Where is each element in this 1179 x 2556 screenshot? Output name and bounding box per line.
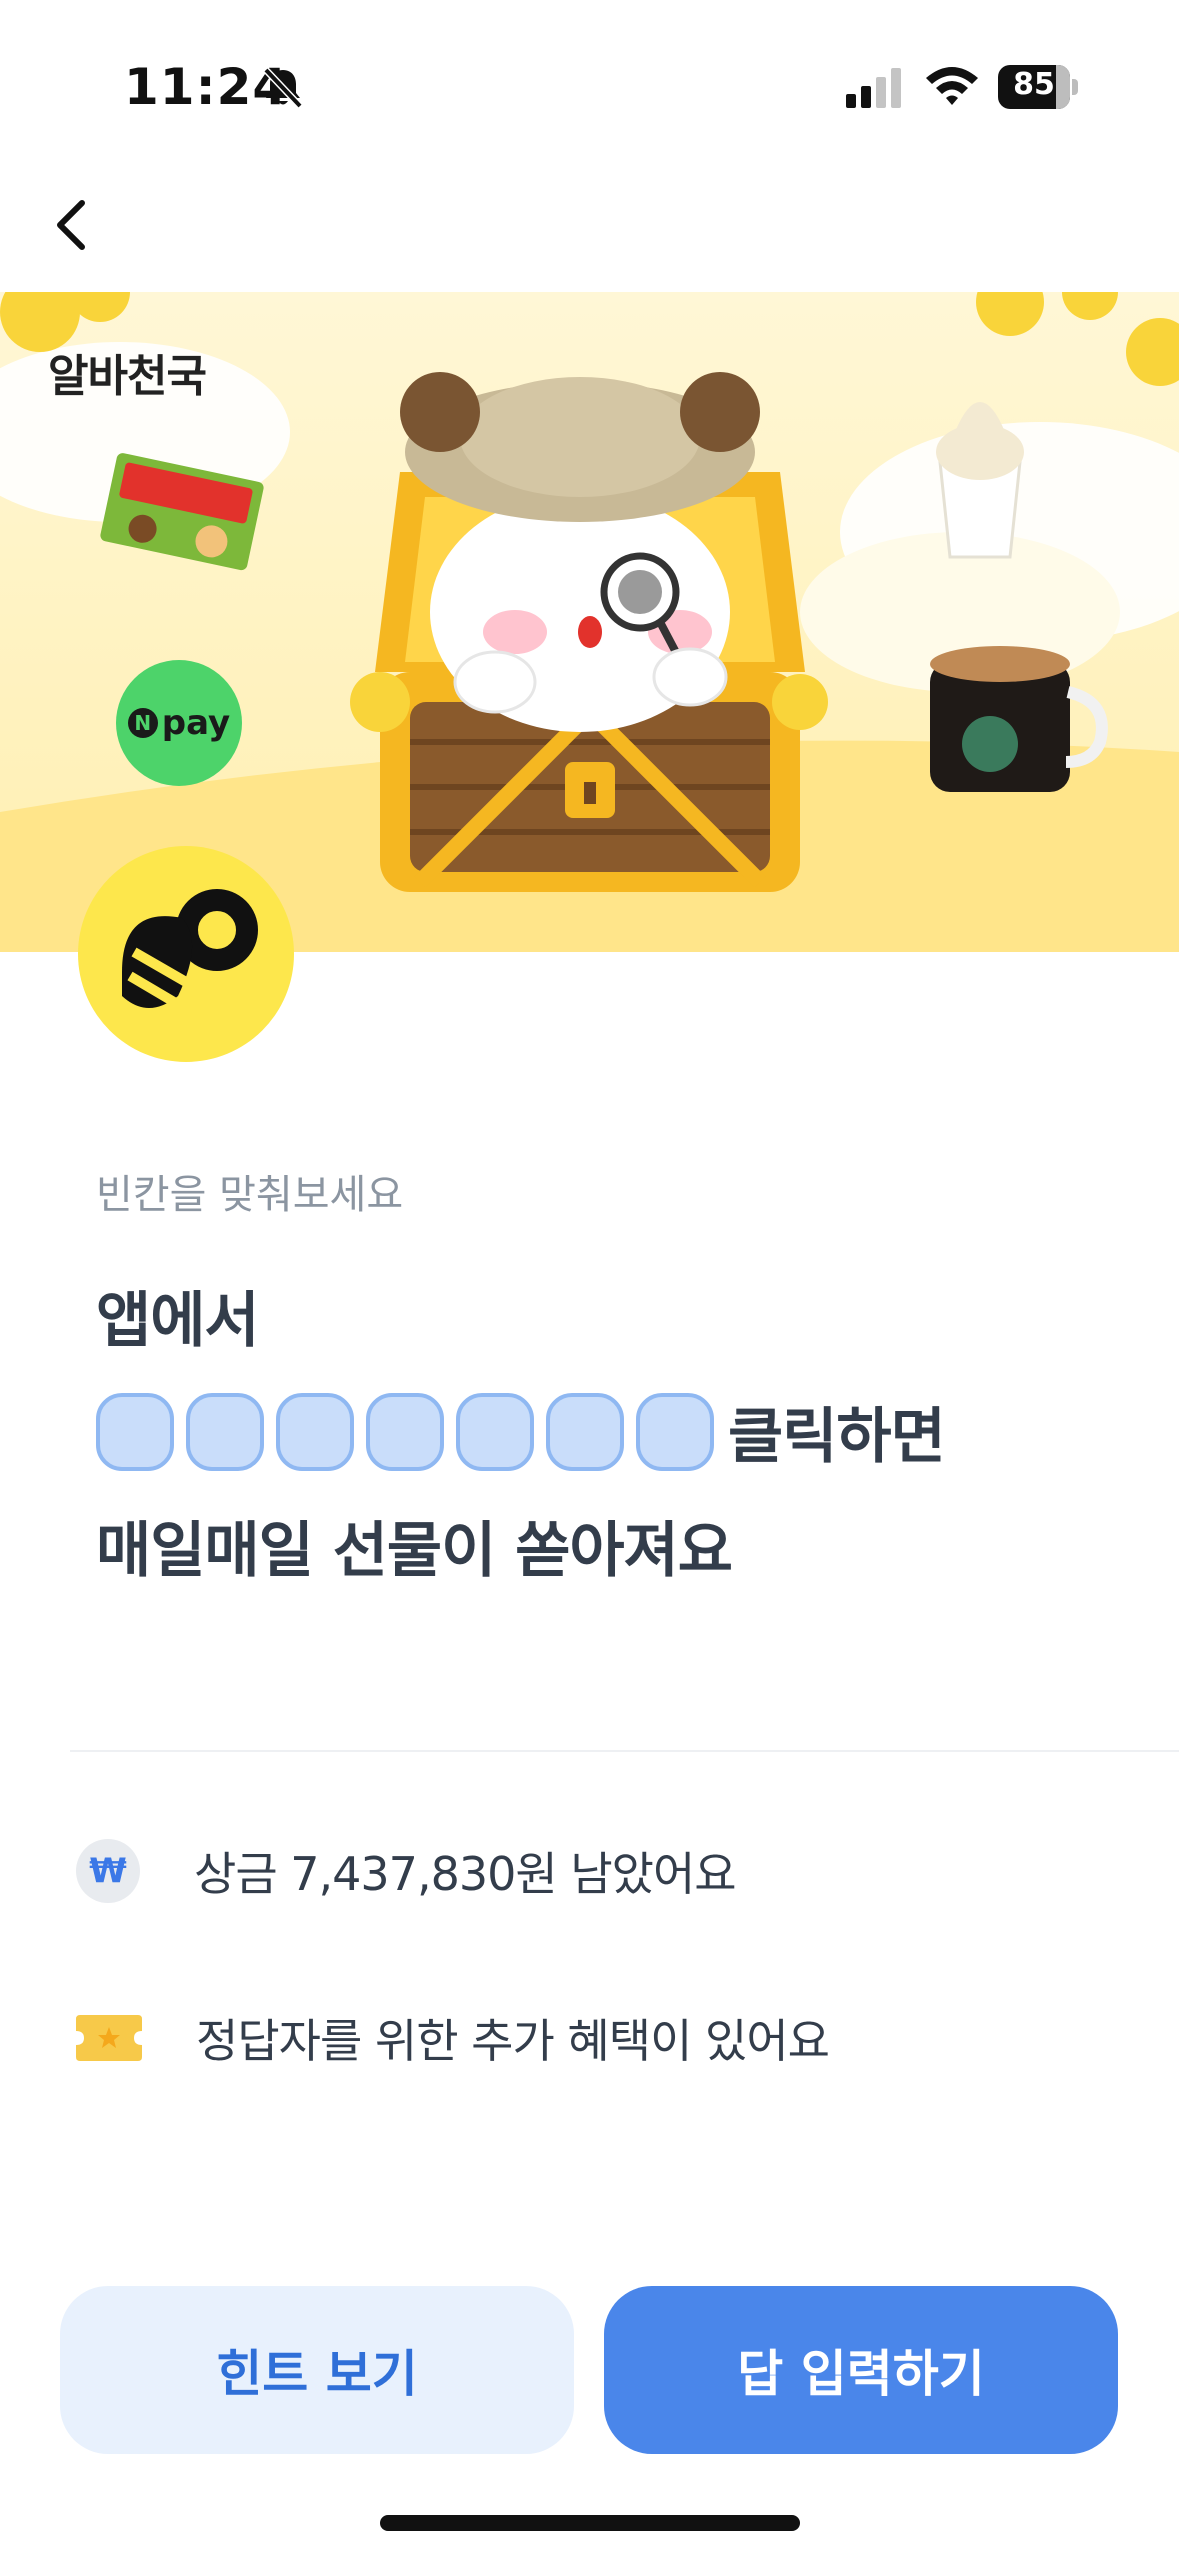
benefit-info-row: 정답자를 위한 추가 혜택이 있어요 <box>76 2005 830 2071</box>
answer-blank[interactable] <box>366 1392 444 1471</box>
npay-n-icon: N <box>127 708 158 738</box>
quiz-line-2: 클릭하면 <box>96 1388 946 1475</box>
divider <box>70 1750 1179 1752</box>
npay-label: pay <box>161 703 231 743</box>
quiz-line-2-suffix: 클릭하면 <box>728 1402 946 1472</box>
benefit-text: 정답자를 위한 추가 혜택이 있어요 <box>196 2014 830 2068</box>
signal-icon <box>846 68 901 108</box>
mascot-character-image <box>400 372 760 732</box>
won-icon: ₩ <box>76 1839 140 1903</box>
status-bar: 11:24 85 <box>0 0 1179 170</box>
wifi-icon <box>926 67 978 105</box>
home-indicator[interactable] <box>380 2515 800 2531</box>
battery-percent: 85 <box>1013 67 1055 102</box>
bee-glyph <box>122 889 258 1008</box>
brand-logo: 알바천국 <box>48 351 207 402</box>
hint-button[interactable]: 힌트 보기 <box>60 2286 574 2454</box>
ticket-icon <box>76 2015 142 2061</box>
answer-blank[interactable] <box>276 1392 354 1471</box>
quiz-instruction: 빈칸을 맞춰보세요 <box>96 1172 404 1218</box>
npay-badge: N pay <box>116 660 242 786</box>
battery-icon: 85 <box>998 65 1078 109</box>
answer-blank[interactable] <box>96 1392 174 1471</box>
answer-blank[interactable] <box>636 1392 714 1471</box>
bee-logo-icon <box>78 846 294 1062</box>
chevron-left-icon[interactable] <box>40 185 110 265</box>
answer-blank[interactable] <box>456 1392 534 1471</box>
answer-blank[interactable] <box>546 1392 624 1471</box>
prize-info-row: ₩ 상금 7,437,830원 남았어요 <box>76 1838 737 1904</box>
enter-answer-button[interactable]: 답 입력하기 <box>604 2286 1118 2454</box>
answer-blank[interactable] <box>186 1392 264 1471</box>
prize-remaining-text: 상금 7,437,830원 남았어요 <box>194 1847 737 1901</box>
bell-off-icon <box>263 67 303 109</box>
quiz-line-3: 매일매일 선물이 쏟아져요 <box>96 1516 733 1586</box>
battery-tip <box>1072 79 1078 95</box>
quiz-line-1: 앱에서 <box>96 1286 260 1356</box>
